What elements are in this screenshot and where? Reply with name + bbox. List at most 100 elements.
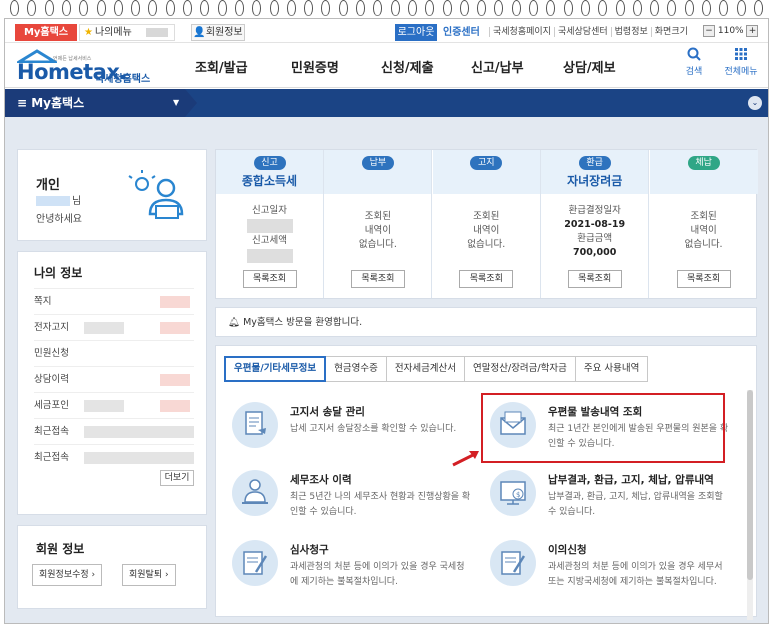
service-tax-audit[interactable]: 세무조사 이력 최근 5년간 나의 세무조사 현황과 진행상황을 확인할 수 있…	[232, 470, 472, 536]
spiral-ring	[719, 0, 729, 16]
link-consult-center[interactable]: 국세상담센터	[553, 27, 611, 37]
row-label: 전자고지	[34, 322, 69, 333]
tab-year-end-settlement[interactable]: 연말정산/장려금/학자금	[465, 356, 576, 382]
status-title: 종합소득세	[241, 174, 298, 188]
row-label: 세금포인	[34, 400, 69, 411]
service-review-request[interactable]: 심사청구 과세관청의 처분 등에 이의가 있을 경우 국세청에 제기하는 불복절…	[232, 540, 472, 606]
red-highlight-box	[481, 393, 725, 463]
row-label: 상담이력	[34, 374, 69, 385]
status-line: 없습니다.	[358, 239, 397, 250]
service-objection[interactable]: 이의신청 과세관청의 처분 등에 이의가 있을 경우 세무서 또는 지방국세청에…	[490, 540, 730, 606]
withdraw-member-button[interactable]: 회원탈퇴 ›	[122, 564, 176, 586]
zoom-out-button[interactable]: −	[703, 24, 715, 37]
spiral-ring	[425, 0, 435, 16]
my-menu-label: 나의메뉴	[94, 27, 132, 38]
service-desc: 최근 5년간 나의 세무조사 현황과 진행상황을 확인할 수 있습니다.	[290, 492, 471, 517]
service-payment-history[interactable]: $ 납부결과, 환급, 고지, 체납, 압류내역 납부결과, 환급, 고지, 체…	[490, 470, 730, 536]
nav-report-pay[interactable]: 신고/납부	[471, 57, 563, 76]
tab-usage-history[interactable]: 주요 사용내역	[575, 356, 649, 382]
nav-apply-submit[interactable]: 신청/제출	[381, 57, 471, 76]
status-line: 조회된	[473, 211, 500, 222]
status-line: 내역이	[473, 225, 500, 236]
zoom-in-button[interactable]: +	[746, 24, 759, 37]
spiral-ring	[217, 0, 227, 16]
edit-member-label: 회원정보수정	[39, 570, 89, 580]
link-screen-size[interactable]: 화면크기	[650, 27, 691, 37]
service-desc: 과세관청의 처분 등에 이의가 있을 경우 세무서 또는 지방국세청에 제기하는…	[548, 562, 723, 587]
nav-civil-cert[interactable]: 민원증명	[291, 57, 381, 76]
list-view-button[interactable]: 목록조회	[676, 270, 731, 288]
tab-e-tax-invoice[interactable]: 전자세금계산서	[386, 356, 466, 382]
spiral-ring	[27, 0, 37, 16]
spiral-ring	[373, 0, 383, 16]
chevron-down-icon[interactable]: ⌄	[748, 96, 762, 110]
service-notice-delivery[interactable]: 고지서 송달 관리 납세 고지서 송달장소를 확인할 수 있습니다.	[232, 402, 472, 468]
scrollbar[interactable]	[747, 390, 753, 620]
tab-mail-tax-info[interactable]: 우편물/기타세무정보	[224, 356, 327, 382]
tab-cash-receipt[interactable]: 현금영수증	[326, 356, 387, 382]
status-line: 없습니다.	[467, 239, 506, 250]
spiral-ring	[736, 0, 746, 16]
my-info-row-civil[interactable]: 민원신청	[34, 340, 194, 366]
myhometax-tag[interactable]: My홈택스	[15, 24, 77, 41]
monitor-money-icon: $	[490, 470, 536, 516]
zoom-level: 110%	[717, 26, 744, 36]
logout-button[interactable]: 로그아웃	[395, 24, 437, 41]
spiral-ring	[459, 0, 469, 16]
scrollbar-thumb[interactable]	[747, 390, 753, 580]
spiral-ring	[61, 0, 71, 16]
welcome-message: My홈택스 방문을 환영합니다.	[243, 317, 363, 328]
nav-consult-report[interactable]: 상담/제보	[563, 57, 633, 76]
spiral-binding	[0, 0, 773, 18]
member-info-button[interactable]: 👤회원정보	[191, 24, 245, 41]
spiral-ring	[269, 0, 279, 16]
tax-status-column: 신고 종합소득세 신고일자 신고세액 목록조회	[216, 150, 324, 298]
spiral-ring	[753, 0, 763, 16]
status-line: 환급결정일자	[568, 205, 621, 216]
spiral-ring	[10, 0, 19, 16]
nav-inquiry-issue[interactable]: 조회/발급	[195, 57, 291, 76]
search-button[interactable]: 검색	[681, 47, 707, 77]
service-title: 고지서 송달 관리	[290, 406, 365, 418]
more-button[interactable]: 더보기	[160, 470, 194, 486]
list-view-button[interactable]: 목록조회	[459, 270, 514, 288]
red-arrow-icon	[452, 451, 479, 467]
blurred-value	[246, 249, 293, 263]
all-menu-button[interactable]: 전체메뉴	[719, 47, 763, 77]
status-line: 조회된	[364, 211, 391, 222]
link-nts-home[interactable]: 국세청홈페이지	[489, 27, 554, 37]
list-view-button[interactable]: 목록조회	[567, 270, 622, 288]
my-info-row-consult[interactable]: 상담이력	[34, 366, 194, 392]
link-law-info[interactable]: 법령정보	[610, 27, 651, 37]
status-body: 조회된 내역이 없습니다.	[650, 210, 758, 252]
user-avatar-icon	[128, 170, 184, 219]
my-info-row-note[interactable]: 쪽지	[34, 288, 194, 314]
my-info-row-e-notice[interactable]: 전자고지	[34, 314, 194, 340]
spiral-ring	[494, 0, 504, 16]
blurred-count	[160, 296, 190, 308]
status-line: 환급금액	[577, 233, 613, 244]
blurred-count	[160, 400, 190, 412]
hometax-logo[interactable]: 언제든 납세서비스 Hometax. 국세청홈택스	[15, 47, 165, 85]
my-info-row-recent-access-1[interactable]: 최근접속	[34, 418, 194, 444]
my-menu-button[interactable]: ★ 나의메뉴	[79, 24, 175, 41]
greeting-card: 개인 님 안녕하세요	[17, 149, 207, 241]
tax-status-column: 환급 자녀장려금 환급결정일자 2021-08-19 환급금액 700,000 목록조회	[541, 150, 650, 298]
my-info-row-tax-point[interactable]: 세금포인	[34, 392, 194, 418]
row-label: 최근접속	[34, 452, 69, 463]
bar-arrow	[185, 89, 197, 117]
status-badge: 고지	[470, 156, 503, 170]
status-title: 자녀장려금	[567, 174, 623, 188]
my-info-title: 나의 정보	[34, 266, 83, 280]
edit-member-button[interactable]: 회원정보수정 ›	[32, 564, 103, 586]
list-view-button[interactable]: 목록조회	[242, 270, 297, 288]
myhometax-bar-title: ≡ My홈택스	[17, 89, 84, 117]
row-label: 민원신청	[34, 348, 69, 359]
spiral-ring	[598, 0, 608, 16]
list-view-button[interactable]: 목록조회	[350, 270, 405, 288]
status-body: 환급결정일자 2021-08-19 환급금액 700,000	[541, 204, 648, 260]
cert-center-link[interactable]: 인증센터	[443, 24, 480, 41]
service-desc: 납부결과, 환급, 고지, 체납, 압류내역을 조회할 수 있습니다.	[548, 492, 723, 517]
bell-icon: 🔔︎	[228, 317, 244, 328]
my-info-row-recent-access-2[interactable]: 최근접속	[34, 444, 194, 470]
